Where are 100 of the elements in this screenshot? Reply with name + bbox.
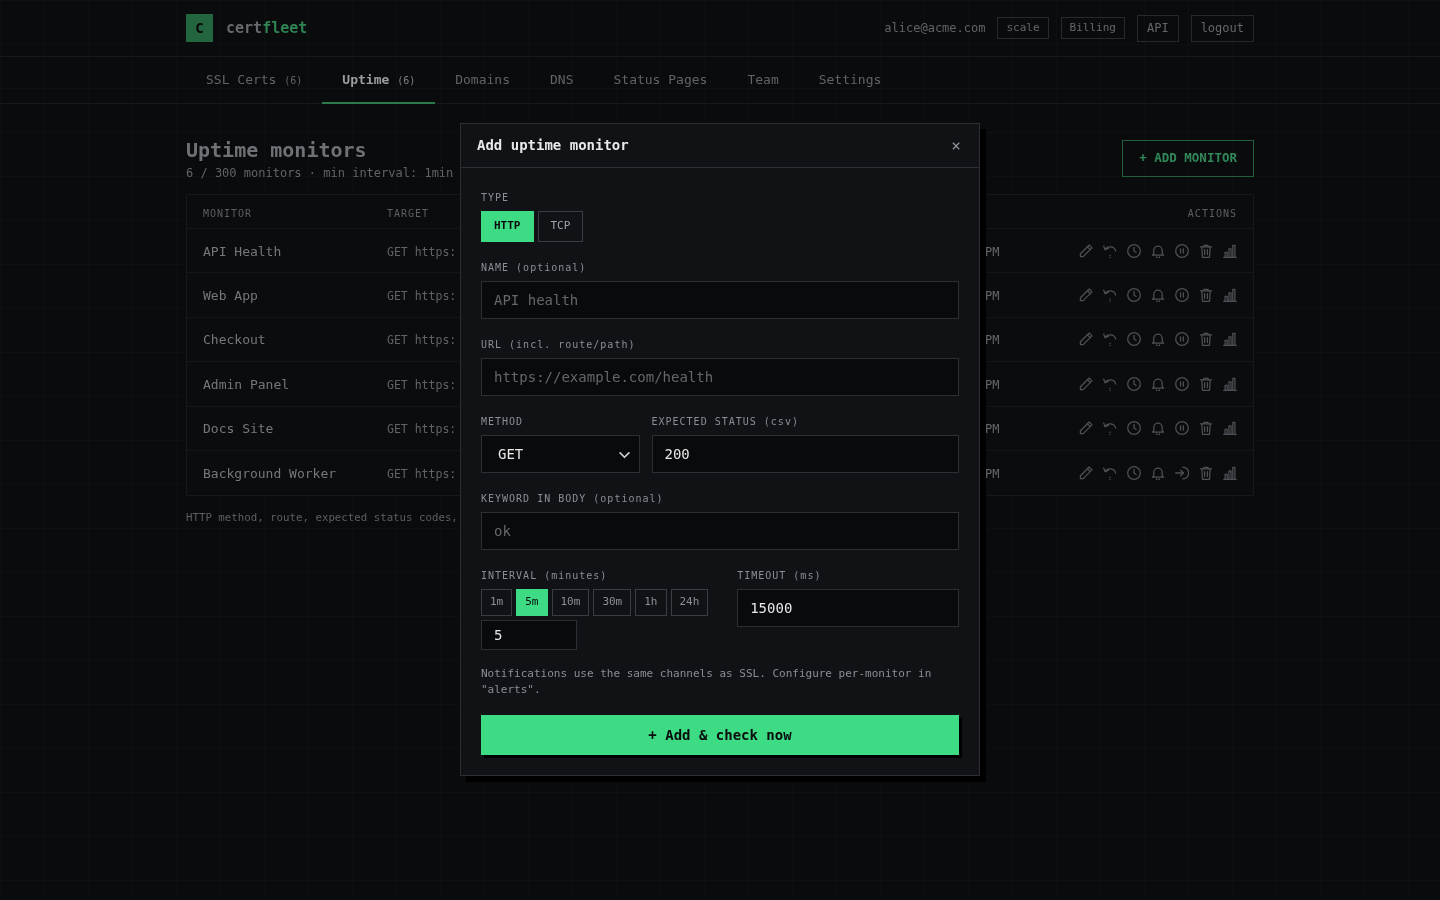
name-input[interactable]: API health — [481, 281, 959, 319]
pause-icon[interactable] — [1175, 376, 1189, 391]
trash-icon[interactable] — [1199, 421, 1213, 436]
bell-icon[interactable] — [1151, 466, 1165, 481]
bar-chart-icon[interactable] — [1223, 376, 1237, 391]
nav-tab[interactable]: Domains — [435, 57, 530, 104]
rotate-arrow-icon[interactable] — [1103, 376, 1117, 391]
pencil-icon[interactable] — [1079, 288, 1093, 303]
interval-option[interactable]: 5m — [516, 589, 548, 616]
target-url: GET https: — [387, 289, 457, 304]
column-header: MONITOR — [203, 207, 253, 219]
help-text: Notifications use the same channels as SSL. Configure per-monitor in "alerts". — [481, 666, 933, 698]
monitor-name: Checkout — [203, 332, 266, 348]
chevron-down-icon — [618, 449, 630, 460]
close-button[interactable]: × — [947, 137, 965, 154]
field-label: INTERVAL (minutes) — [481, 570, 609, 582]
bell-icon[interactable] — [1151, 332, 1165, 347]
monitor-name: Admin Panel — [203, 376, 290, 392]
bar-chart-icon[interactable] — [1223, 288, 1237, 303]
url-input[interactable]: https://example.com/health — [481, 358, 959, 396]
pencil-icon[interactable] — [1079, 332, 1093, 347]
table-cell: PM — [985, 422, 1000, 437]
pencil-icon[interactable] — [1079, 466, 1093, 481]
monitor-name: Docs Site — [203, 421, 274, 437]
field-label: TYPE — [481, 192, 511, 204]
trash-icon[interactable] — [1199, 466, 1213, 481]
trash-icon[interactable] — [1199, 376, 1213, 391]
bell-icon[interactable] — [1151, 376, 1165, 391]
rotate-arrow-icon[interactable] — [1103, 288, 1117, 303]
method-select[interactable]: GET — [481, 435, 640, 473]
table-cell: PM — [985, 333, 1000, 348]
interval-option[interactable]: 24h — [670, 589, 709, 616]
nav-tab[interactable]: Team — [727, 57, 799, 104]
submit-button[interactable]: + Add & check now — [481, 715, 959, 755]
clock-icon[interactable] — [1127, 466, 1141, 481]
user-email: alice@acme.com — [884, 20, 986, 37]
clock-icon[interactable] — [1127, 376, 1141, 391]
interval-option[interactable]: 1h — [635, 589, 667, 616]
pencil-icon[interactable] — [1079, 376, 1093, 391]
trash-icon[interactable] — [1199, 243, 1213, 258]
target-url: GET https: — [387, 333, 457, 348]
monitor-name: Background Worker — [203, 466, 337, 482]
header-button[interactable]: logout — [1190, 14, 1254, 42]
field-label: URL (incl. route/path) — [481, 339, 637, 351]
footer-note: HTTP method, route, expected status codes, — [186, 510, 458, 527]
nav-tab[interactable]: Settings — [798, 57, 902, 104]
enter-arrow-icon[interactable] — [1175, 466, 1189, 481]
page-title: Uptime monitors — [186, 138, 368, 162]
clock-icon[interactable] — [1127, 332, 1141, 347]
pencil-icon[interactable] — [1079, 243, 1093, 258]
interval-option[interactable]: 1m — [481, 589, 513, 616]
rotate-arrow-icon[interactable] — [1103, 243, 1117, 258]
keyword-input[interactable]: ok — [481, 512, 959, 550]
plan-tag[interactable]: Billing — [1060, 17, 1125, 39]
add-monitor-button[interactable]: + ADD MONITOR — [1122, 140, 1254, 177]
nav-tab[interactable]: Uptime (6) — [322, 57, 436, 104]
nav-tab[interactable]: Status Pages — [593, 57, 728, 104]
rotate-arrow-icon[interactable] — [1103, 332, 1117, 347]
interval-option[interactable]: 10m — [551, 589, 590, 616]
clock-icon[interactable] — [1127, 421, 1141, 436]
field-label: TIMEOUT (ms) — [737, 570, 823, 582]
field-label: EXPECTED STATUS (csv) — [651, 416, 800, 428]
monitor-name: API Health — [203, 243, 282, 259]
column-header: ACTIONS — [1187, 207, 1237, 219]
table-cell: PM — [985, 467, 1000, 482]
bell-icon[interactable] — [1151, 421, 1165, 436]
table-cell: PM — [985, 377, 1000, 392]
interval-input[interactable]: 5 — [481, 620, 577, 650]
header-button[interactable]: API — [1136, 14, 1179, 42]
pause-icon[interactable] — [1175, 332, 1189, 347]
target-url: GET https: — [387, 244, 457, 259]
rotate-arrow-icon[interactable] — [1103, 466, 1117, 481]
logo-mark: C — [186, 14, 213, 42]
interval-option[interactable]: 30m — [593, 589, 632, 616]
plan-tag[interactable]: scale — [997, 17, 1049, 39]
page-subtitle: 6 / 300 monitors · min interval: 1min — [186, 165, 454, 181]
clock-icon[interactable] — [1127, 288, 1141, 303]
timeout-input[interactable]: 15000 — [737, 589, 959, 627]
pencil-icon[interactable] — [1079, 421, 1093, 436]
bar-chart-icon[interactable] — [1223, 466, 1237, 481]
rotate-arrow-icon[interactable] — [1103, 421, 1117, 436]
type-option[interactable]: HTTP — [481, 211, 534, 242]
bar-chart-icon[interactable] — [1223, 243, 1237, 258]
column-header: TARGET — [387, 207, 430, 219]
clock-icon[interactable] — [1127, 243, 1141, 258]
trash-icon[interactable] — [1199, 332, 1213, 347]
nav-tab[interactable]: DNS — [530, 57, 594, 104]
pause-icon[interactable] — [1175, 243, 1189, 258]
bell-icon[interactable] — [1151, 243, 1165, 258]
bell-icon[interactable] — [1151, 288, 1165, 303]
type-option[interactable]: TCP — [537, 211, 584, 242]
pause-icon[interactable] — [1175, 421, 1189, 436]
pause-icon[interactable] — [1175, 288, 1189, 303]
modal-title: Add uptime monitor — [477, 136, 629, 155]
bar-chart-icon[interactable] — [1223, 332, 1237, 347]
status-input[interactable]: 200 — [651, 435, 959, 473]
field-label: NAME (optional) — [481, 262, 588, 274]
bar-chart-icon[interactable] — [1223, 421, 1237, 436]
nav-tab[interactable]: SSL Certs (6) — [186, 57, 323, 104]
trash-icon[interactable] — [1199, 288, 1213, 303]
